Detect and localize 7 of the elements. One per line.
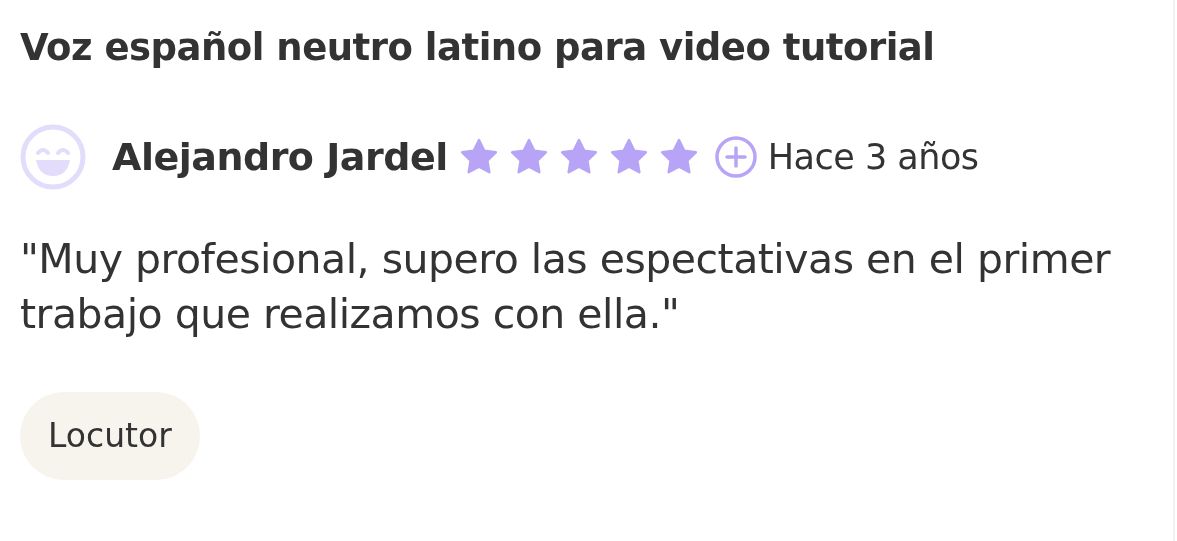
author-name: Alejandro Jardel bbox=[112, 135, 448, 179]
review-time: Hace 3 años bbox=[767, 137, 979, 177]
plus-circle-icon[interactable] bbox=[713, 135, 758, 179]
category-tag: Locutor bbox=[20, 392, 200, 480]
review-title: Voz español neutro latino para video tutorial bbox=[20, 25, 936, 71]
review-text: "Muy profesional, supero las espectativas en el primer trabajo que realizamos con ella." bbox=[20, 234, 1112, 340]
smiley-avatar-icon bbox=[20, 124, 86, 190]
